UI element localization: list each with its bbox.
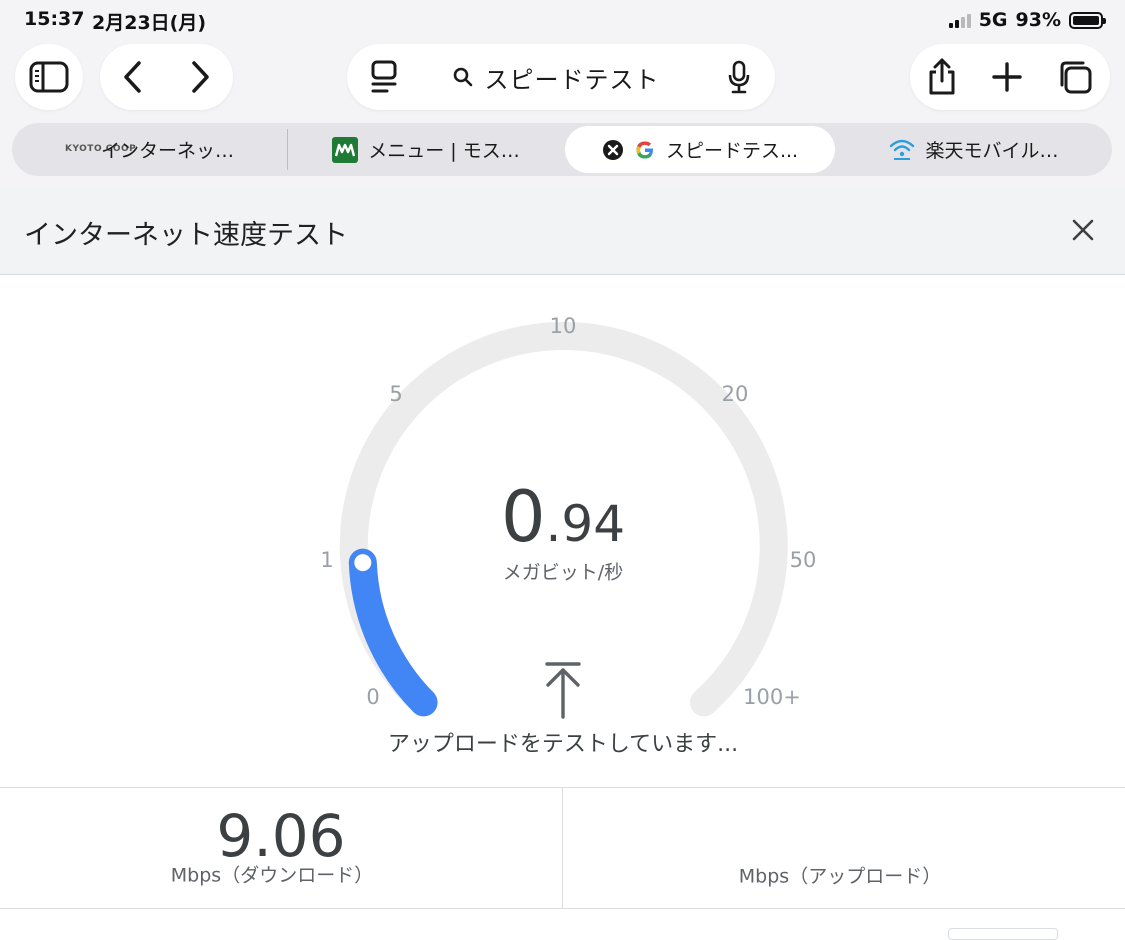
gauge-tick: 100+	[743, 685, 801, 709]
results-panel: 9.06 Mbps（ダウンロード） Mbps（アップロード）	[0, 787, 1125, 909]
gauge-needle-knob	[351, 551, 375, 575]
speed-integer: 0	[500, 476, 546, 558]
test-status: アップロードをテストしています...	[387, 732, 739, 757]
download-speed-label: Mbps（ダウンロード）	[170, 864, 374, 887]
results-divider	[562, 788, 563, 908]
speed-decimal: .94	[545, 495, 626, 553]
gauge-tick: 1	[320, 548, 334, 572]
gauge-tick: 5	[389, 382, 403, 406]
gauge-tick: 50	[789, 548, 817, 572]
upload-arrow-icon	[545, 662, 581, 719]
gauge-tick: 0	[366, 685, 380, 709]
gauge-tick: 20	[721, 382, 749, 406]
speed-unit: メガビット/秒	[502, 561, 624, 584]
gauge-progress	[348, 548, 438, 717]
gauge-tick: 10	[549, 314, 577, 338]
current-speed: 0.94	[501, 476, 625, 558]
bottom-button-edge[interactable]	[948, 928, 1058, 940]
upload-speed-label: Mbps（アップロード）	[738, 865, 942, 888]
